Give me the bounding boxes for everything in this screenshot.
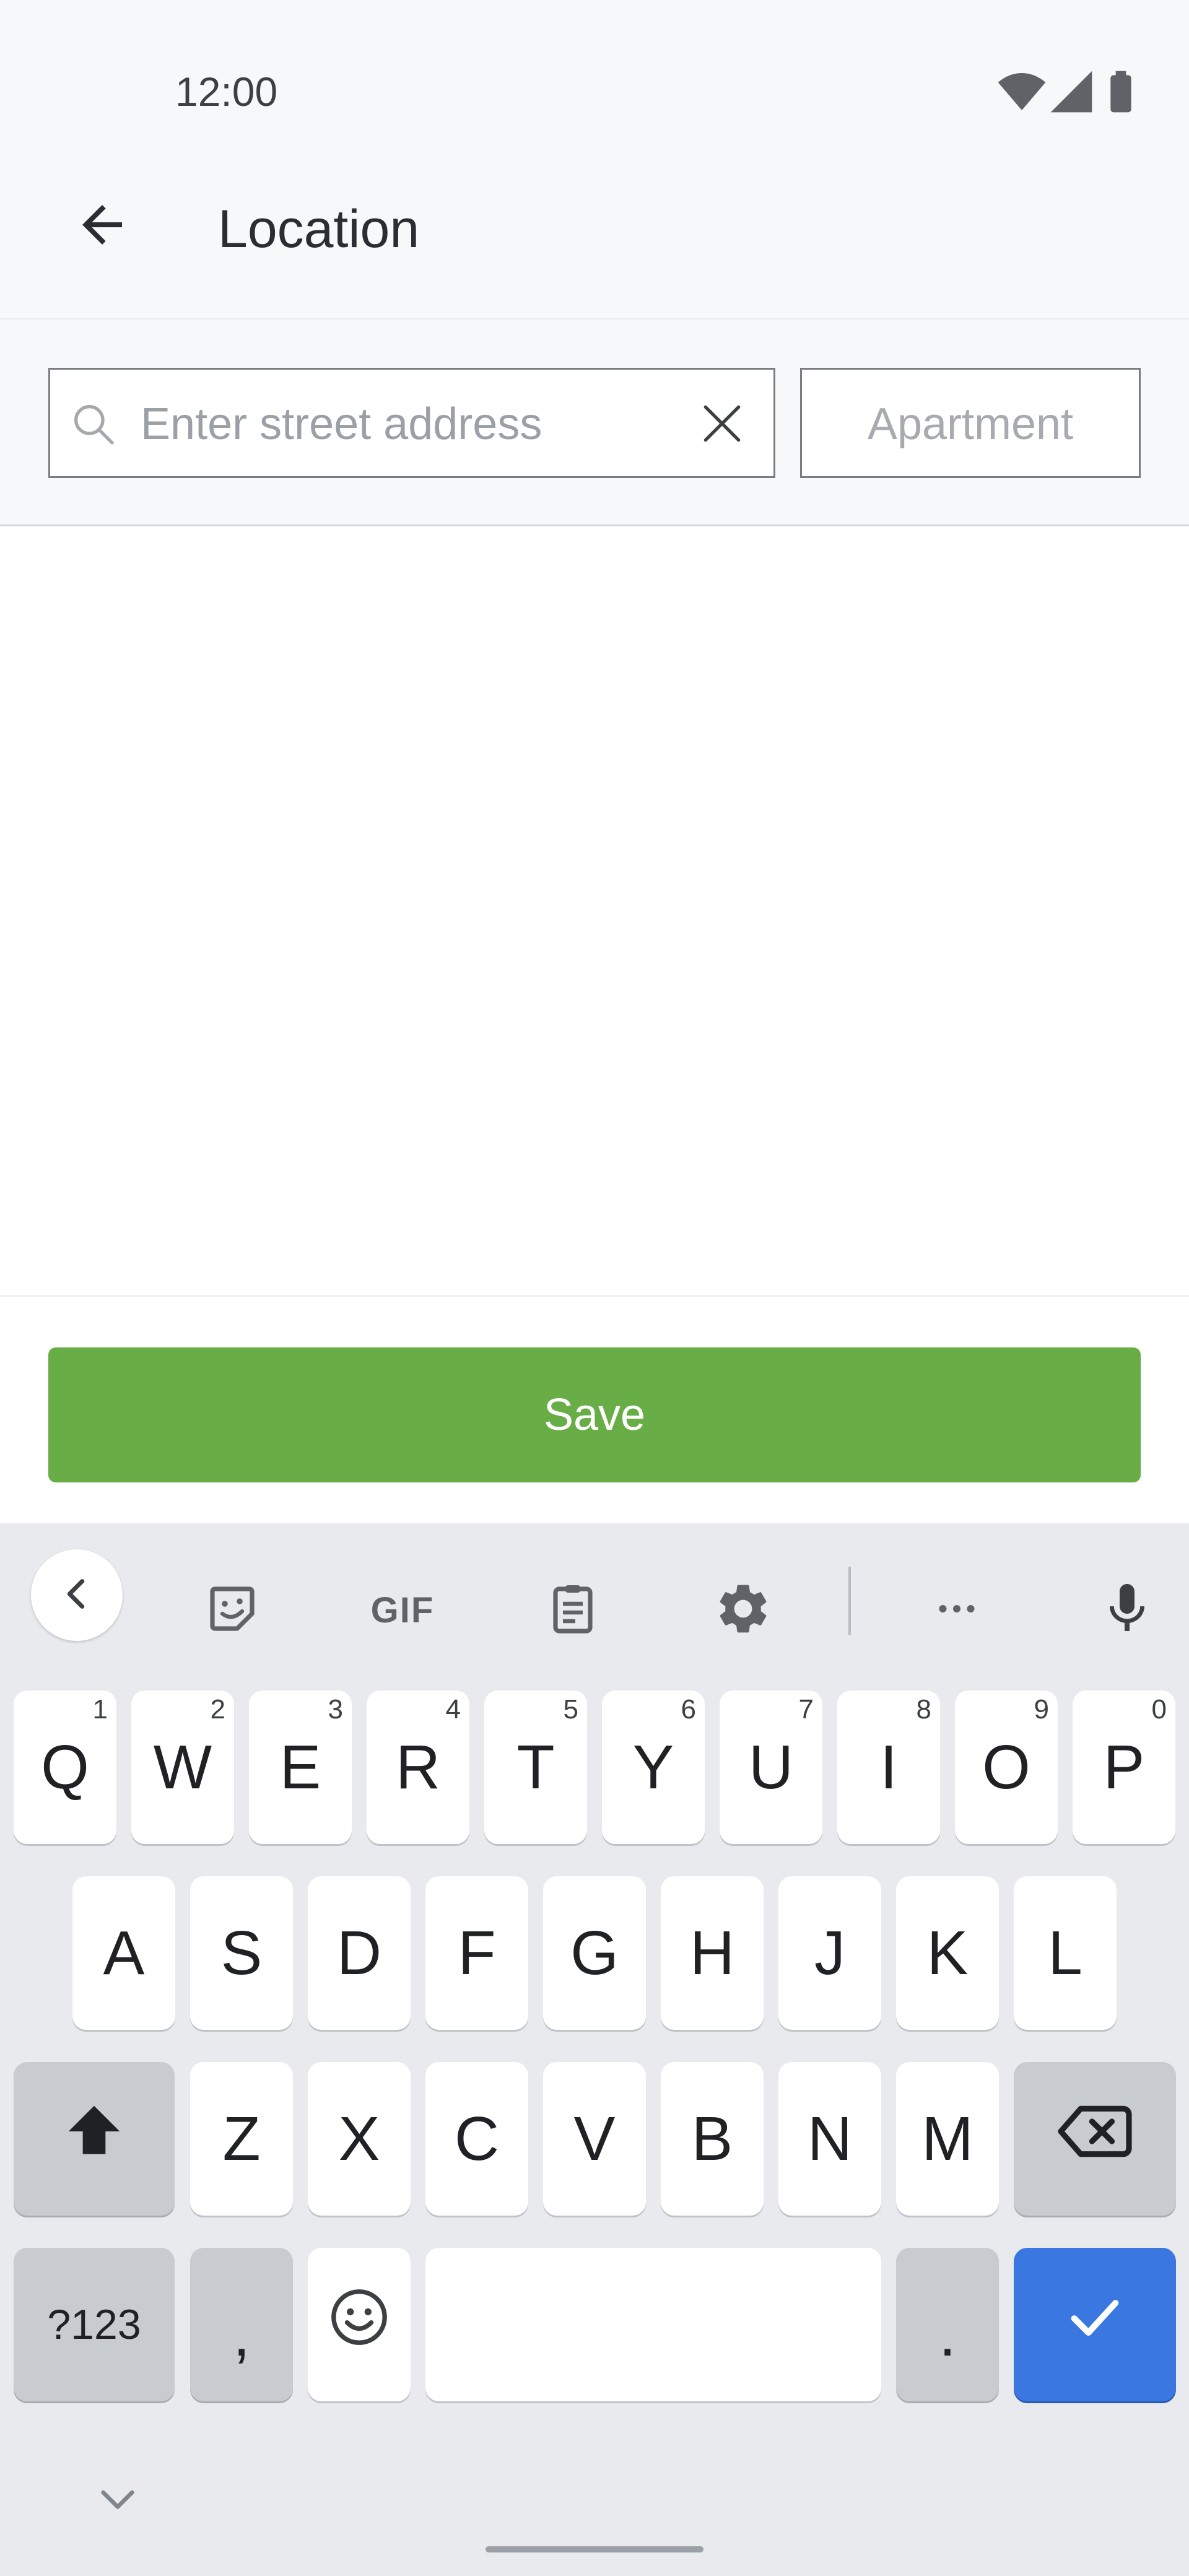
save-button[interactable]: Save (48, 1347, 1141, 1482)
enter-key[interactable] (1014, 2248, 1176, 2401)
emoji-key[interactable] (308, 2248, 411, 2401)
clear-address-button[interactable] (694, 397, 750, 453)
gif-button[interactable]: GIF (356, 1567, 449, 1653)
key-k[interactable]: K (896, 1876, 999, 2030)
key-h[interactable]: H (661, 1876, 764, 2030)
battery-icon (1096, 67, 1146, 116)
clipboard-icon (543, 1579, 603, 1642)
address-field[interactable] (48, 368, 775, 478)
key-hint: 7 (798, 1694, 814, 1725)
key-w[interactable]: W2 (131, 1690, 234, 1844)
address-search-row (0, 320, 1189, 526)
key-hint: 0 (1151, 1694, 1167, 1725)
period-key[interactable]: . (896, 2248, 999, 2401)
key-label: O (982, 1732, 1030, 1802)
street-address-input[interactable] (139, 388, 684, 460)
more-horizontal-icon (929, 1581, 985, 1640)
comma-key[interactable]: , (190, 2248, 293, 2401)
key-v[interactable]: V (543, 2062, 646, 2216)
key-i[interactable]: I8 (837, 1690, 940, 1844)
key-label: E (279, 1732, 321, 1802)
key-x[interactable]: X (308, 2062, 411, 2216)
key-f[interactable]: F (425, 1876, 528, 2030)
space-key[interactable] (425, 2248, 881, 2401)
key-s[interactable]: S (190, 1876, 293, 2030)
key-hint: 4 (445, 1694, 461, 1725)
gif-label: GIF (370, 1590, 435, 1630)
key-hint: 3 (328, 1694, 343, 1725)
soft-keyboard: GIF Q1 W2 E3 R4 T5 Y6 U 7 I 8 O 9 P 0 A … (0, 1523, 1189, 2576)
backspace-key[interactable] (1014, 2062, 1176, 2216)
key-label: T (516, 1732, 555, 1802)
keyboard-settings-button[interactable] (703, 1567, 783, 1653)
page-title: Location (218, 199, 420, 259)
sticker-icon (203, 1579, 262, 1642)
apartment-input[interactable] (802, 388, 1139, 460)
sticker-button[interactable] (192, 1567, 272, 1653)
arrow-left-icon (72, 195, 132, 258)
key-hint: 9 (1034, 1694, 1049, 1725)
key-o[interactable]: O9 (955, 1690, 1058, 1844)
checkmark-icon (1064, 2286, 1126, 2363)
key-b[interactable]: B (661, 2062, 764, 2216)
key-d[interactable]: D (308, 1876, 411, 2030)
key-hint: 2 (210, 1694, 225, 1725)
key-label: W (153, 1732, 212, 1802)
search-icon (69, 399, 118, 449)
key-q[interactable]: Q1 (14, 1690, 116, 1844)
key-y[interactable]: Y6 (602, 1690, 705, 1844)
key-j[interactable]: J (778, 1876, 881, 2030)
chevron-down-icon[interactable] (93, 2480, 142, 2517)
clipboard-button[interactable] (533, 1567, 613, 1653)
key-z[interactable]: Z (190, 2062, 293, 2216)
key-m[interactable]: M (896, 2062, 999, 2216)
key-p[interactable]: P0 (1073, 1690, 1175, 1844)
save-button-label: Save (543, 1390, 646, 1440)
emoji-icon (327, 2285, 391, 2364)
key-hint: 1 (92, 1694, 108, 1725)
key-l[interactable]: L (1014, 1876, 1117, 2030)
voice-input-button[interactable] (1087, 1567, 1167, 1653)
app-bar: Location (0, 161, 1189, 320)
keyboard-collapse-button[interactable] (31, 1549, 123, 1641)
key-hint: 8 (916, 1694, 931, 1725)
key-e[interactable]: E3 (249, 1690, 352, 1844)
keyboard-toolbar: GIF (0, 1523, 1189, 1666)
key-hint: 6 (681, 1694, 696, 1725)
signal-icon (1047, 67, 1096, 116)
microphone-icon (1097, 1579, 1157, 1642)
close-icon (697, 399, 747, 451)
back-button[interactable] (62, 186, 142, 266)
key-c[interactable]: C (425, 2062, 528, 2216)
key-hint: 5 (563, 1694, 578, 1725)
more-options-button[interactable] (913, 1567, 1000, 1653)
key-g[interactable]: G (543, 1876, 646, 2030)
key-label: Q (41, 1732, 89, 1802)
wifi-icon (997, 67, 1047, 116)
key-t[interactable]: T5 (484, 1690, 587, 1844)
key-label: U (748, 1732, 794, 1802)
shift-key[interactable] (14, 2062, 175, 2216)
gesture-navigation-bar[interactable] (486, 2546, 703, 2552)
chevron-left-icon (55, 1572, 98, 1619)
gear-icon (713, 1579, 773, 1642)
shift-icon (60, 2097, 128, 2180)
key-r[interactable]: R4 (367, 1690, 469, 1844)
status-time: 12:00 (175, 69, 278, 115)
toolbar-divider (848, 1567, 851, 1635)
apartment-field[interactable] (800, 368, 1141, 478)
key-n[interactable]: N (778, 2062, 881, 2216)
key-label: R (395, 1732, 441, 1802)
symbols-key[interactable]: ?123 (14, 2248, 175, 2401)
key-label: Y (632, 1732, 674, 1802)
key-label: I (880, 1732, 897, 1802)
results-area (0, 526, 1189, 1297)
key-a[interactable]: A (72, 1876, 175, 2030)
status-bar: 12:00 (0, 0, 1189, 161)
key-u[interactable]: U7 (720, 1690, 822, 1844)
key-label: P (1103, 1732, 1145, 1802)
backspace-icon (1055, 2097, 1135, 2180)
